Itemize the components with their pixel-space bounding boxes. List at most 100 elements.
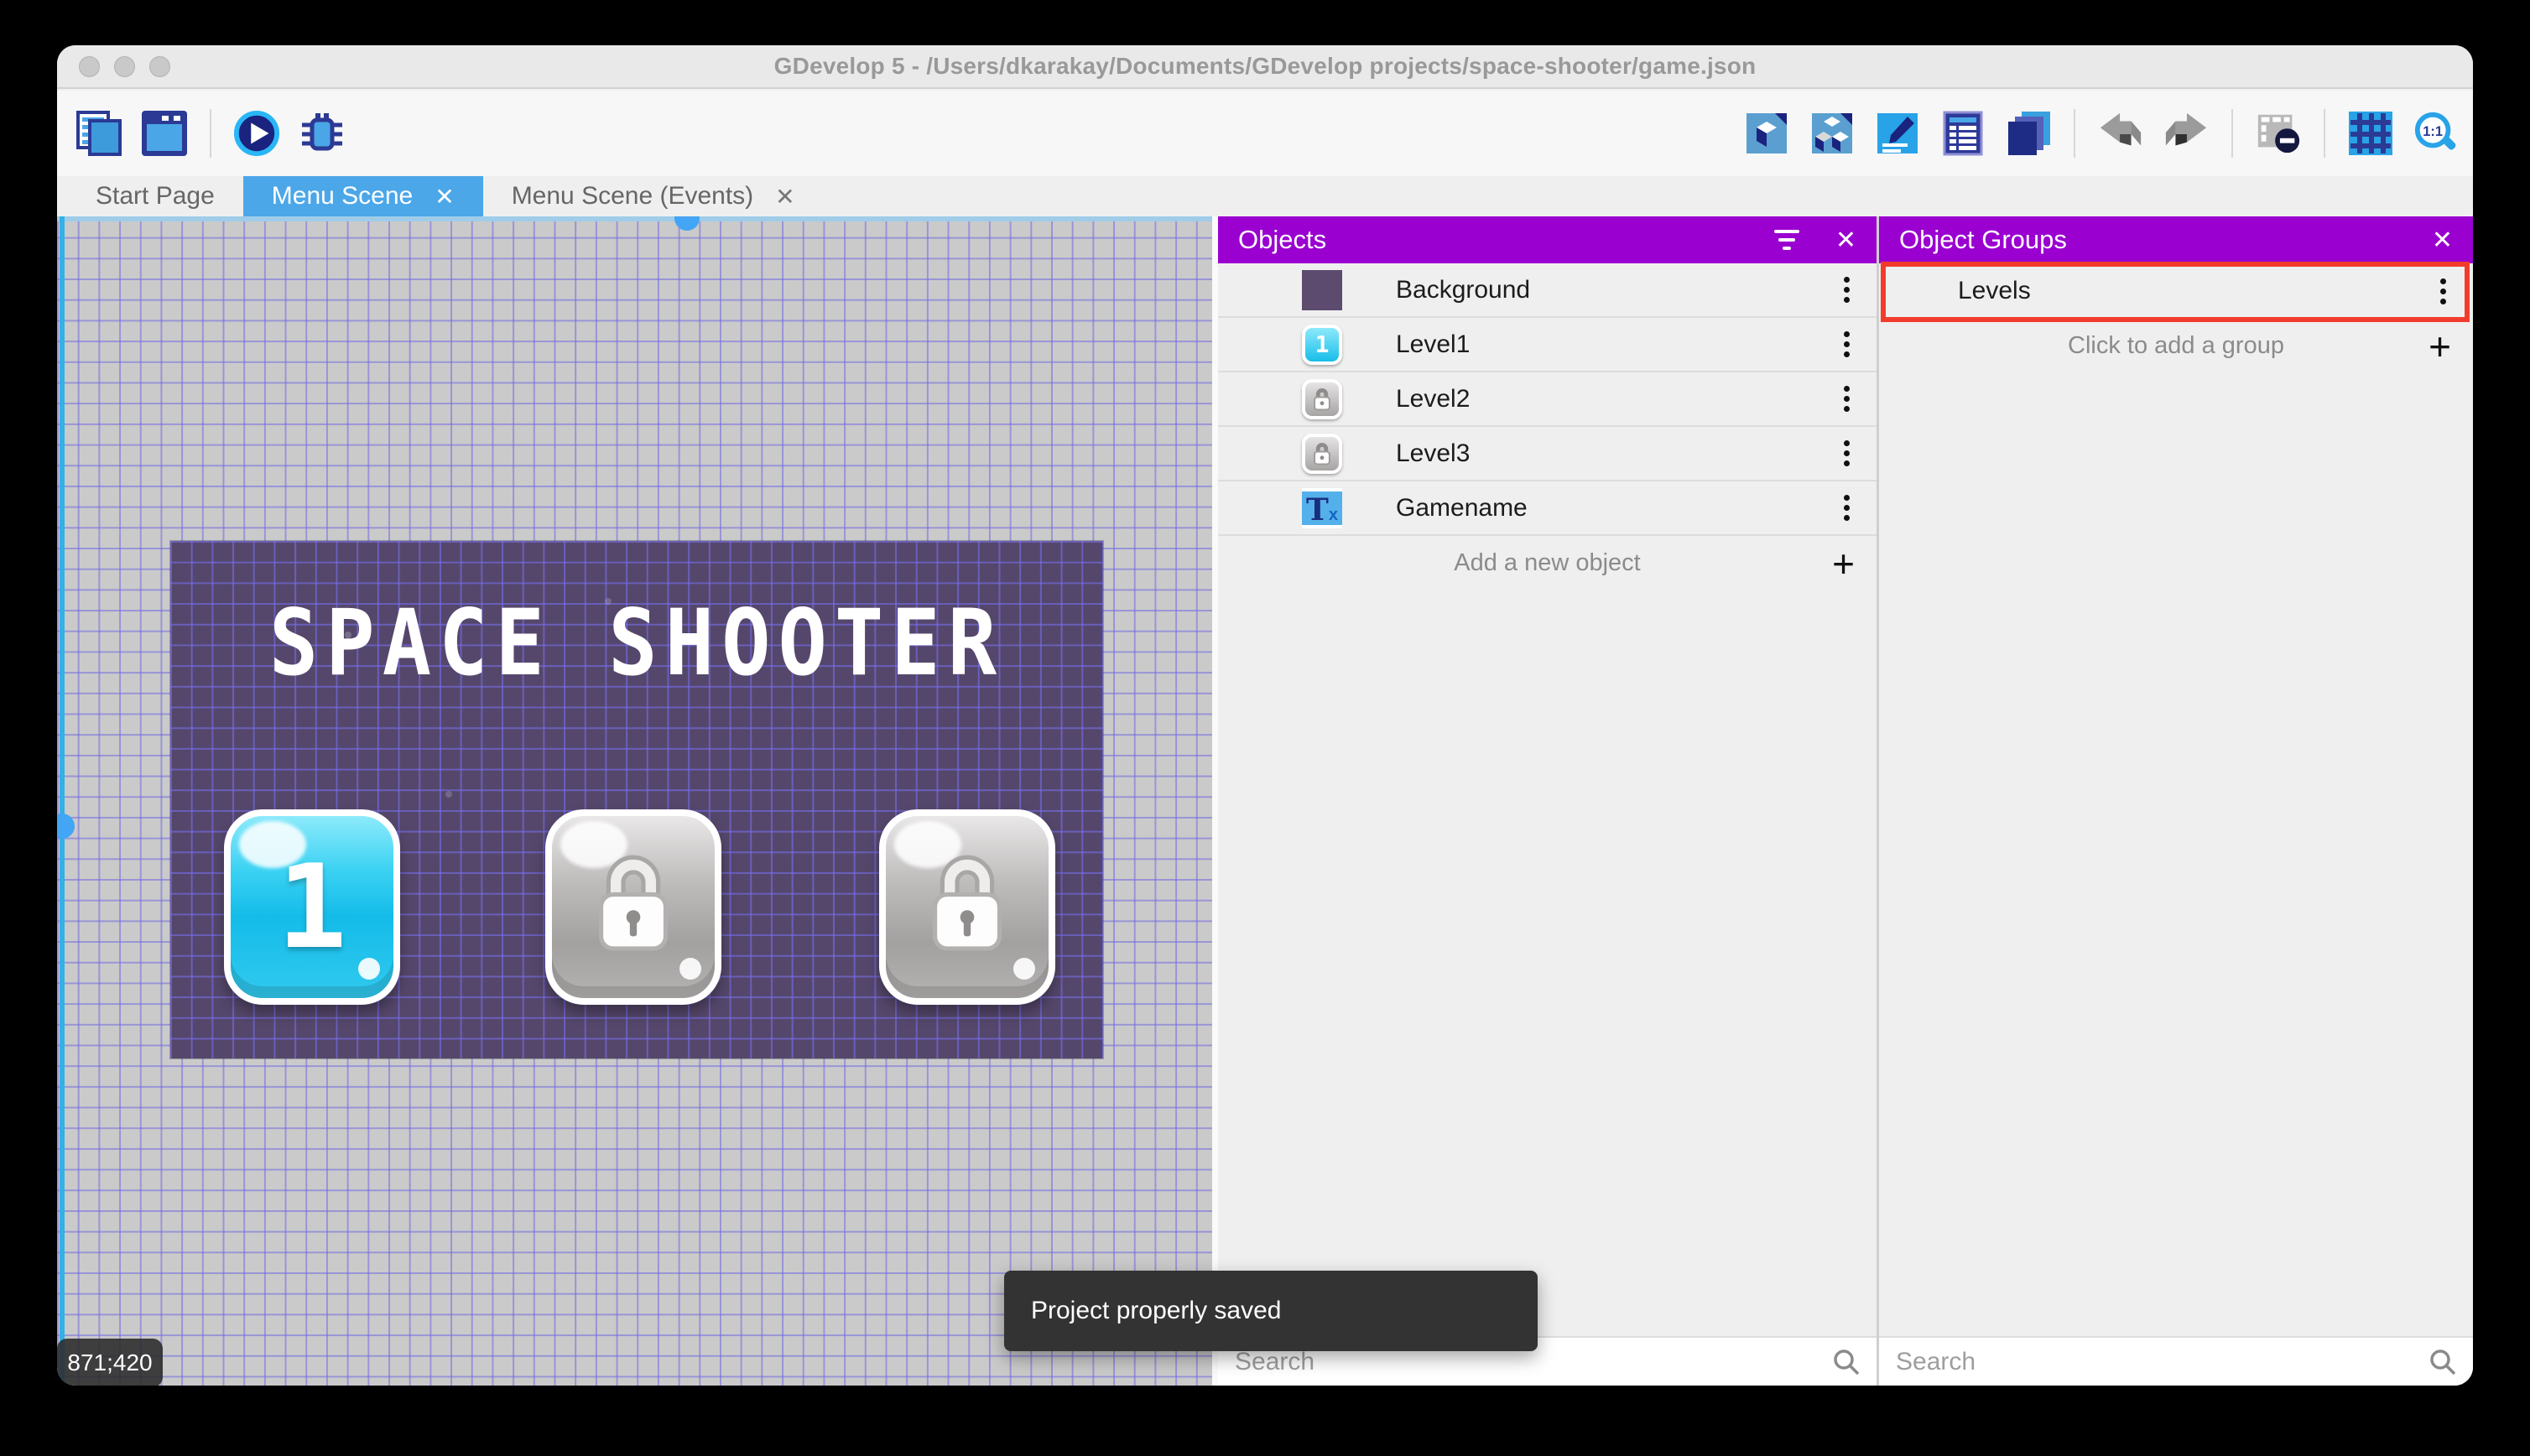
object-name: Gamename [1396,493,1528,522]
add-object-label: Add a new object [1454,549,1641,576]
mask-glyph [2257,114,2300,153]
object-menu-icon[interactable] [1839,435,1855,471]
main-toolbar: 1:1 [57,91,2473,176]
toolbar-divider [2324,109,2325,158]
add-group-label: Click to add a group [2068,332,2284,359]
events-sheet-icon[interactable] [1939,110,1986,157]
object-row-gamename[interactable]: Tx Gamename [1218,481,1877,536]
screenshot-stage: GDevelop 5 - /Users/dkarakay/Documents/G… [0,0,2530,1456]
frame-resize-handle-left[interactable] [57,814,75,839]
editor-tab-bar: Start Page Menu Scene ✕ Menu Scene (Even… [57,176,2473,216]
lock-icon [1314,387,1330,410]
lock-icon [598,855,669,951]
scene-editor-canvas[interactable]: SPACE SHOOTER 1 871;420 [57,216,1212,1386]
tab-start-page[interactable]: Start Page [67,176,243,216]
object-menu-icon[interactable] [1839,381,1855,417]
level2-button-locked[interactable] [545,809,721,1005]
add-group-button[interactable]: Click to add a group + [1879,319,2473,373]
groups-search-bar [1879,1336,2473,1386]
object-row-level2[interactable]: Level2 [1218,372,1877,427]
edit-glyph [1877,113,1918,153]
object-name: Level1 [1396,330,1471,358]
zoom-icon[interactable]: 1:1 [2413,110,2460,157]
search-icon [2430,1349,2456,1375]
locked-thumbnail [1302,378,1342,419]
lock-icon [1314,442,1330,465]
editor-content: SPACE SHOOTER 1 871;420 Objects ✕ Backgr… [57,216,2473,1386]
mask-icon[interactable] [2255,110,2302,157]
scene-window-glyph [142,111,187,156]
edit-scene-properties-icon[interactable] [1874,110,1921,157]
redo-icon[interactable] [2163,110,2210,157]
objects-search-input[interactable] [1218,1347,1831,1376]
plus-icon: + [2428,324,2451,368]
undo-glyph [2100,112,2142,146]
groups-search-input[interactable] [1879,1347,2428,1376]
level-number: 1 [277,840,347,975]
tab-label: Menu Scene (Events) [511,182,754,210]
redo-glyph [2165,112,2207,146]
group-name: Levels [1958,277,2031,304]
object-menu-icon[interactable] [1839,326,1855,362]
level1-thumbnail: 1 [1302,324,1342,365]
objects-panel: Objects ✕ Background 1 Level1 Level2 Lev… [1218,216,1877,1386]
game-title-text[interactable]: SPACE SHOOTER [170,590,1103,696]
close-panel-icon[interactable]: ✕ [1835,226,1856,255]
undo-icon[interactable] [2097,110,2144,157]
search-icon [1834,1349,1860,1375]
groups-panel-header: Object Groups ✕ [1879,216,2473,263]
grid-icon[interactable] [2347,110,2394,157]
objects-panel-header: Objects ✕ [1218,216,1877,263]
text-thumb-letter-sub: x [1328,505,1338,524]
instances-list-icon[interactable] [2005,110,2052,157]
objects-panel-title: Objects [1238,225,1327,254]
level3-button-locked[interactable] [879,809,1055,1005]
group-row-levels[interactable]: Levels [1879,263,2473,319]
gloss-dot [679,958,701,980]
groups-panel-title: Object Groups [1899,225,2067,254]
level1-button[interactable]: 1 [224,809,400,1005]
toolbar-divider [2074,109,2075,158]
add-object-button[interactable]: Add a new object + [1218,536,1877,590]
gdevelop-window: GDevelop 5 - /Users/dkarakay/Documents/G… [57,45,2473,1386]
close-tab-icon[interactable]: ✕ [435,183,454,211]
play-icon[interactable] [233,110,280,157]
locked-thumbnail [1302,433,1342,474]
tab-label: Start Page [96,182,215,210]
close-tab-icon[interactable]: ✕ [775,183,794,211]
object-name: Level3 [1396,439,1471,467]
close-panel-icon[interactable]: ✕ [2432,226,2453,255]
background-object[interactable]: SPACE SHOOTER 1 [170,541,1103,1058]
open-scene-icon[interactable] [141,110,188,157]
object-menu-icon[interactable] [1839,272,1855,308]
lock-icon [932,855,1002,951]
save-toast: Project properly saved [1004,1271,1538,1351]
object-groups-panel: Object Groups ✕ Levels Click to add a gr… [1879,216,2473,1386]
add-object-icon[interactable] [1743,110,1790,157]
project-manager-icon[interactable] [75,110,122,157]
game-frame-left-edge [60,216,65,1386]
object-groups-icon[interactable] [1809,110,1856,157]
tab-menu-scene-events[interactable]: Menu Scene (Events) ✕ [483,176,824,216]
object-glyph [1747,113,1787,153]
canvas-scrollbar-gutter[interactable] [1212,216,1218,1386]
text-thumb-letter: T [1306,491,1329,528]
title-bar: GDevelop 5 - /Users/dkarakay/Documents/G… [57,45,2473,89]
toolbar-divider [2231,109,2233,158]
plus-icon: + [1832,541,1855,585]
object-row-level3[interactable]: Level3 [1218,427,1877,481]
bug-glyph [302,113,342,151]
svg-text:1:1: 1:1 [2423,124,2443,139]
object-groups-glyph [1812,113,1852,153]
object-row-background[interactable]: Background [1218,263,1877,318]
frame-resize-handle-top[interactable] [674,216,700,231]
events-glyph [1943,111,1983,156]
play-glyph [233,110,280,157]
debug-icon[interactable] [299,110,346,157]
tab-menu-scene[interactable]: Menu Scene ✕ [242,176,483,216]
filter-icon[interactable] [1768,230,1805,250]
object-row-level1[interactable]: 1 Level1 [1218,318,1877,372]
game-frame-top-edge [57,216,1212,221]
object-menu-icon[interactable] [1839,490,1855,526]
group-menu-icon[interactable] [2435,273,2451,309]
